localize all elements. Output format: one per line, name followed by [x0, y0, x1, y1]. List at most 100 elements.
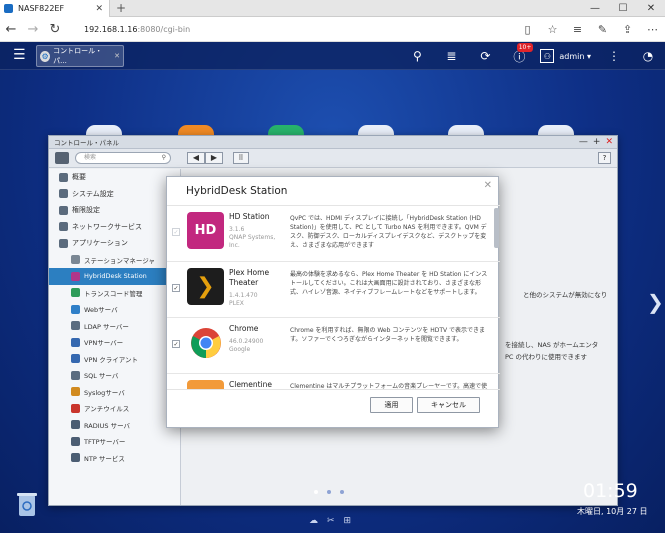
stack-icon[interactable]: ≣	[434, 49, 468, 63]
new-tab-button[interactable]: +	[116, 1, 126, 15]
note-icon[interactable]: ✎	[590, 23, 615, 36]
app-checkbox[interactable]: ✓	[172, 284, 180, 292]
maximize-button[interactable]: ☐	[609, 0, 637, 17]
dialog-close-icon[interactable]: ✕	[484, 180, 492, 191]
sidebar-item-label: ネットワークサービス	[72, 222, 142, 231]
browser-tab-bar: NASF822EF ✕ + — ☐ ✕	[0, 0, 665, 17]
control-panel-search-input[interactable]: 検索 ⚲	[75, 152, 171, 164]
sidebar-item[interactable]: VPN クライアント	[49, 351, 180, 368]
sidebar-item[interactable]: Syslogサーバ	[49, 384, 180, 401]
tab-close-icon[interactable]: ✕	[95, 4, 103, 14]
user-menu[interactable]: ⚇ admin ▾	[540, 49, 591, 63]
app-checkbox[interactable]: ✓	[172, 340, 180, 348]
browser-toolbar: ← → ↻ 192.168.1.16:8080/cgi-bin ▯ ☆ ≡ ✎ …	[0, 17, 665, 42]
sidebar-item[interactable]: ステーションマネージャ	[49, 252, 180, 269]
sidebar-item-icon	[71, 370, 80, 380]
apply-button[interactable]: 適用	[370, 397, 413, 413]
sidebar-item-icon	[71, 403, 80, 413]
app-name: HD Station	[229, 212, 270, 221]
cancel-button[interactable]: キャンセル	[417, 397, 480, 413]
sidebar-item[interactable]: アプリケーション	[49, 235, 180, 252]
media-icon[interactable]: ⊞	[344, 516, 352, 526]
sidebar-item[interactable]: LDAP サーバー	[49, 318, 180, 335]
tools-icon[interactable]: ✂	[327, 516, 335, 526]
sidebar-item[interactable]: RADIUS サーバ	[49, 417, 180, 434]
hub-icon[interactable]: ≡	[565, 23, 590, 36]
sidebar-item-label: システム設定	[72, 189, 114, 198]
dashboard-icon[interactable]: ◔	[631, 49, 665, 63]
minimize-icon[interactable]: —	[579, 137, 588, 147]
page-dot[interactable]	[340, 490, 344, 494]
reading-view-icon[interactable]: ▯	[515, 23, 540, 36]
control-panel-title: コントロール・パネル	[54, 139, 119, 147]
share-icon[interactable]: ⇪	[615, 23, 640, 36]
app-logo-icon	[187, 380, 224, 389]
sidebar-item[interactable]: システム設定	[49, 186, 180, 203]
app-row: ✓ ❯ Plex Home Theater 1.4.1.470 PLEX 最高の体験を求め…	[167, 262, 500, 318]
app-version: 3.1.6	[229, 226, 245, 233]
sidebar-item-label: LDAP サーバー	[84, 322, 129, 331]
back-button[interactable]: ←	[0, 22, 22, 37]
page-dot[interactable]	[314, 490, 318, 494]
content-text: PC の代わりに使用できます	[505, 353, 588, 361]
sidebar-item[interactable]: 権限設定	[49, 202, 180, 219]
more-options-icon[interactable]: ⋮	[597, 49, 631, 63]
sidebar-item[interactable]: Webサーバ	[49, 301, 180, 318]
sidebar-item[interactable]: 概要	[49, 169, 180, 186]
reload-button[interactable]: ↻	[44, 22, 66, 37]
close-icon[interactable]: ✕	[605, 137, 613, 147]
sidebar-item-icon	[59, 205, 68, 215]
minimize-button[interactable]: —	[581, 0, 609, 17]
app-description: Clementine はマルチプラットフォームの音楽プレーヤーです。高速で使い勝…	[290, 383, 488, 390]
sidebar-item-label: 概要	[72, 173, 86, 182]
browser-toolbar-right: ▯ ☆ ≡ ✎ ⇪ ⋯	[515, 23, 665, 36]
sidebar-item-label: VPNサーバー	[84, 339, 124, 348]
control-panel-titlebar[interactable]: コントロール・パネル — + ✕	[49, 136, 617, 149]
favorite-star-icon[interactable]: ☆	[540, 23, 565, 36]
sidebar-item-label: Webサーバ	[84, 306, 118, 315]
sidebar-item[interactable]: ネットワークサービス	[49, 219, 180, 236]
sidebar-item[interactable]: HybridDesk Station	[49, 268, 180, 285]
hybriddesk-station-dialog: HybridDesk Station ✕ ✓ HD HD Station 3.1.6 Q…	[166, 176, 500, 428]
content-text: を接続し、NAS がホームエンタ	[505, 341, 599, 349]
sidebar-item[interactable]: トランスコード管理	[49, 285, 180, 302]
sidebar-item[interactable]: VPNサーバー	[49, 334, 180, 351]
app-description: QvPC では、HDMI ディスプレイに接続し「HybridDesk Stati…	[290, 215, 487, 249]
app-logo-icon: HD	[187, 212, 224, 249]
search-icon[interactable]: ⚲	[400, 49, 434, 63]
back-arrow-button[interactable]: ◀	[187, 152, 205, 164]
help-button[interactable]: ?	[598, 152, 611, 164]
sidebar-item-label: アンチウイルス	[84, 405, 130, 414]
sidebar-item[interactable]: TFTPサーバー	[49, 433, 180, 450]
browser-tab-title: NASF822EF	[18, 4, 65, 13]
main-menu-icon[interactable]: ☰	[13, 47, 26, 63]
maximize-icon[interactable]: +	[593, 137, 601, 147]
info-glyph: ⓘ	[513, 49, 526, 64]
sync-icon[interactable]: ⟳	[468, 49, 502, 63]
forward-arrow-button[interactable]: ▶	[205, 152, 223, 164]
control-panel-task-tab[interactable]: ⚙ コントロール・パ... ✕	[36, 45, 124, 67]
info-icon[interactable]: ⓘ 10+	[502, 42, 536, 65]
sidebar-item-icon	[71, 321, 80, 331]
cloud-icon[interactable]: ☁	[309, 516, 318, 526]
more-icon[interactable]: ⋯	[640, 23, 665, 36]
sidebar-item[interactable]: NTP サービス	[49, 450, 180, 467]
sidebar-item[interactable]: アンチウイルス	[49, 400, 180, 417]
next-page-arrow-icon[interactable]: ❯	[647, 290, 664, 314]
apps-grid-button[interactable]: ⠿	[233, 152, 249, 164]
app-row: ✓ HD HD Station 3.1.6 QNAP Systems, Inc. QvPC…	[167, 206, 500, 262]
sidebar-item-icon	[71, 420, 80, 430]
address-bar[interactable]: 192.168.1.16:8080/cgi-bin	[84, 25, 190, 34]
forward-button[interactable]: →	[22, 22, 44, 37]
app-description: Chrome を利用すれば、無限の Web コンテンツを HDTV で表示できま…	[290, 327, 486, 343]
task-tab-label: コントロール・パ...	[53, 47, 103, 65]
page-dot[interactable]	[327, 490, 331, 494]
sidebar-item-icon	[59, 172, 68, 182]
task-tab-close-icon[interactable]: ✕	[114, 52, 120, 60]
browser-tab[interactable]: NASF822EF ✕	[0, 0, 110, 17]
recycle-bin-icon[interactable]	[16, 491, 38, 517]
sidebar-item-label: ステーションマネージャ	[84, 256, 155, 265]
home-grid-icon[interactable]	[55, 152, 69, 164]
close-window-button[interactable]: ✕	[637, 0, 665, 17]
sidebar-item[interactable]: SQL サーバ	[49, 367, 180, 384]
